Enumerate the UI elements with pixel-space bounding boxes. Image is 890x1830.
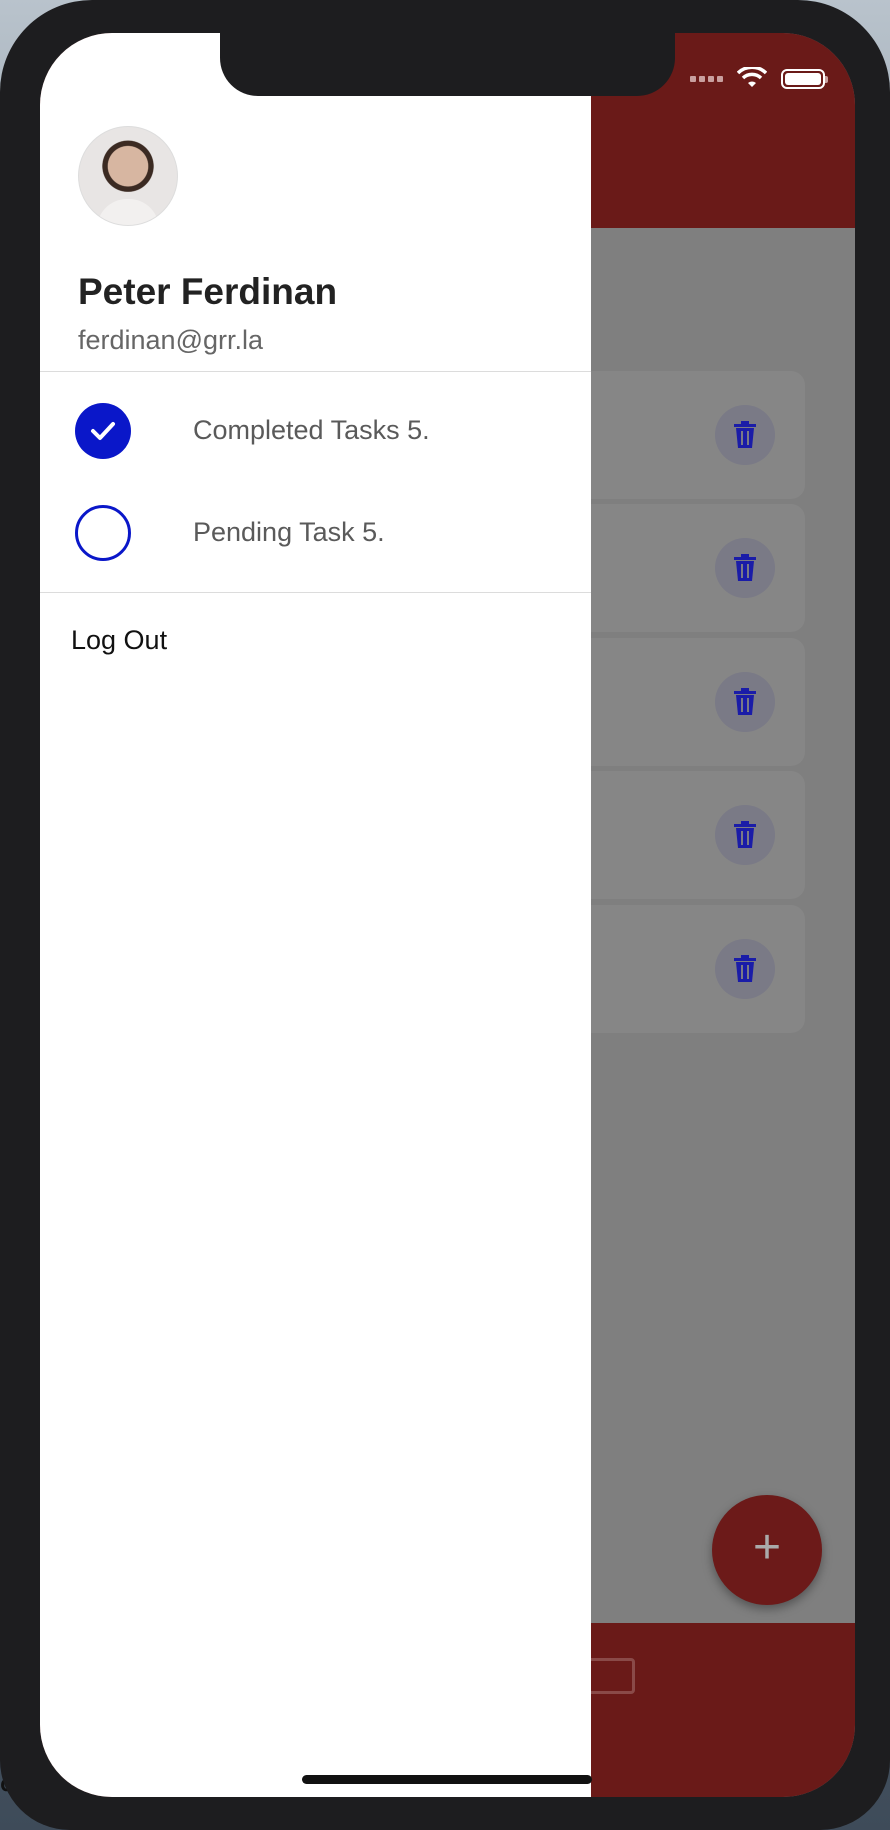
contact-card-icon[interactable]	[585, 1658, 635, 1694]
phone-screen: + Peter Ferdinan ferdinan@grr.la Complet…	[40, 33, 855, 1797]
drawer-item-label: Pending Task 5.	[193, 517, 385, 547]
battery-icon	[781, 68, 828, 89]
status-bar	[690, 65, 828, 90]
delete-button[interactable]	[715, 405, 775, 465]
signal-icon	[690, 75, 723, 82]
trash-icon	[734, 821, 756, 848]
delete-button[interactable]	[715, 672, 775, 732]
add-task-button[interactable]: +	[712, 1495, 822, 1605]
delete-button[interactable]	[715, 538, 775, 598]
drawer-item-label: Completed Tasks 5.	[193, 415, 430, 445]
trash-icon	[734, 554, 756, 581]
wifi-icon	[736, 65, 768, 90]
delete-button[interactable]	[715, 939, 775, 999]
logout-button[interactable]: Log Out	[71, 625, 167, 656]
home-indicator[interactable]	[302, 1775, 592, 1784]
trash-icon	[734, 955, 756, 982]
divider	[40, 592, 591, 593]
user-email: ferdinan@grr.la	[78, 325, 264, 355]
delete-button[interactable]	[715, 805, 775, 865]
empty-circle-icon	[75, 505, 131, 561]
trash-icon	[734, 688, 756, 715]
avatar	[78, 126, 178, 226]
notch	[220, 33, 675, 96]
trash-icon	[734, 421, 756, 448]
phone-frame: + Peter Ferdinan ferdinan@grr.la Complet…	[0, 0, 890, 1830]
divider	[40, 371, 591, 372]
check-icon	[75, 403, 131, 459]
user-name: Peter Ferdinan	[78, 271, 338, 312]
navigation-drawer: Peter Ferdinan ferdinan@grr.la Completed…	[40, 33, 591, 1797]
